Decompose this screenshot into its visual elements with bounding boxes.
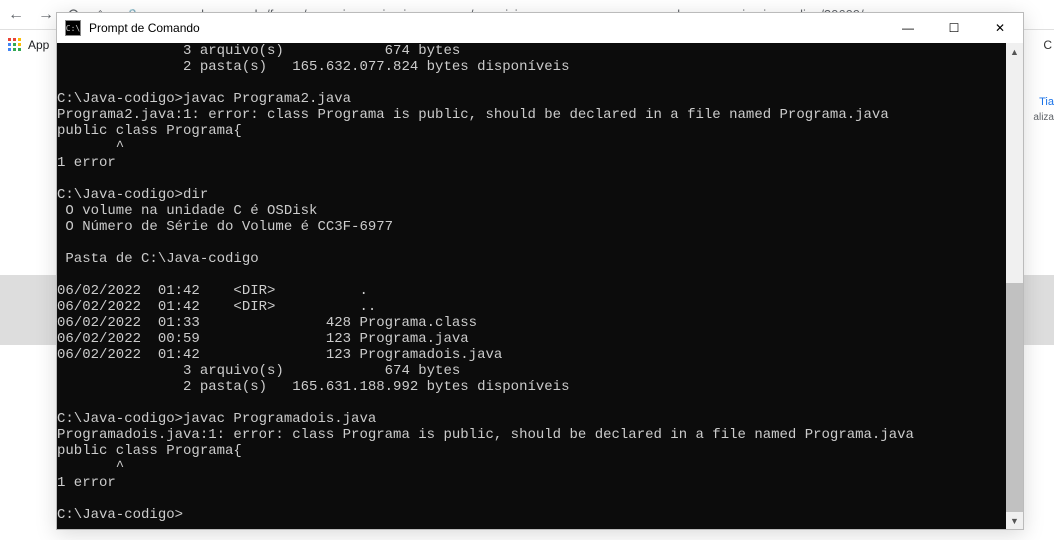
scroll-down-button[interactable]: ▼	[1006, 512, 1023, 529]
terminal-body[interactable]: 3 arquivo(s) 674 bytes 2 pasta(s) 165.63…	[57, 43, 1023, 529]
minimize-button[interactable]: —	[885, 13, 931, 43]
scrollbar[interactable]: ▲ ▼	[1006, 43, 1023, 529]
window-titlebar[interactable]: C:\ Prompt de Comando — ☐ ✕	[57, 13, 1023, 43]
window-title: Prompt de Comando	[89, 21, 200, 35]
terminal-output: 3 arquivo(s) 674 bytes 2 pasta(s) 165.63…	[57, 43, 914, 523]
back-icon[interactable]: ←	[8, 6, 24, 24]
forward-icon[interactable]: →	[38, 6, 54, 24]
right-partial-sub: aliza	[1033, 112, 1054, 123]
apps-icon	[8, 38, 22, 52]
scroll-thumb[interactable]	[1006, 283, 1023, 523]
apps-label: App	[28, 38, 49, 52]
apps-bookmark[interactable]: App	[8, 38, 49, 52]
cmd-app-icon: C:\	[65, 20, 81, 36]
scroll-up-button[interactable]: ▲	[1006, 43, 1023, 60]
maximize-button[interactable]: ☐	[931, 13, 977, 43]
right-partial-link[interactable]: Tia	[1039, 96, 1054, 108]
window-controls: — ☐ ✕	[885, 13, 1023, 43]
right-partial-c: C	[1043, 38, 1052, 52]
command-prompt-window: C:\ Prompt de Comando — ☐ ✕ 3 arquivo(s)…	[56, 12, 1024, 530]
close-button[interactable]: ✕	[977, 13, 1023, 43]
